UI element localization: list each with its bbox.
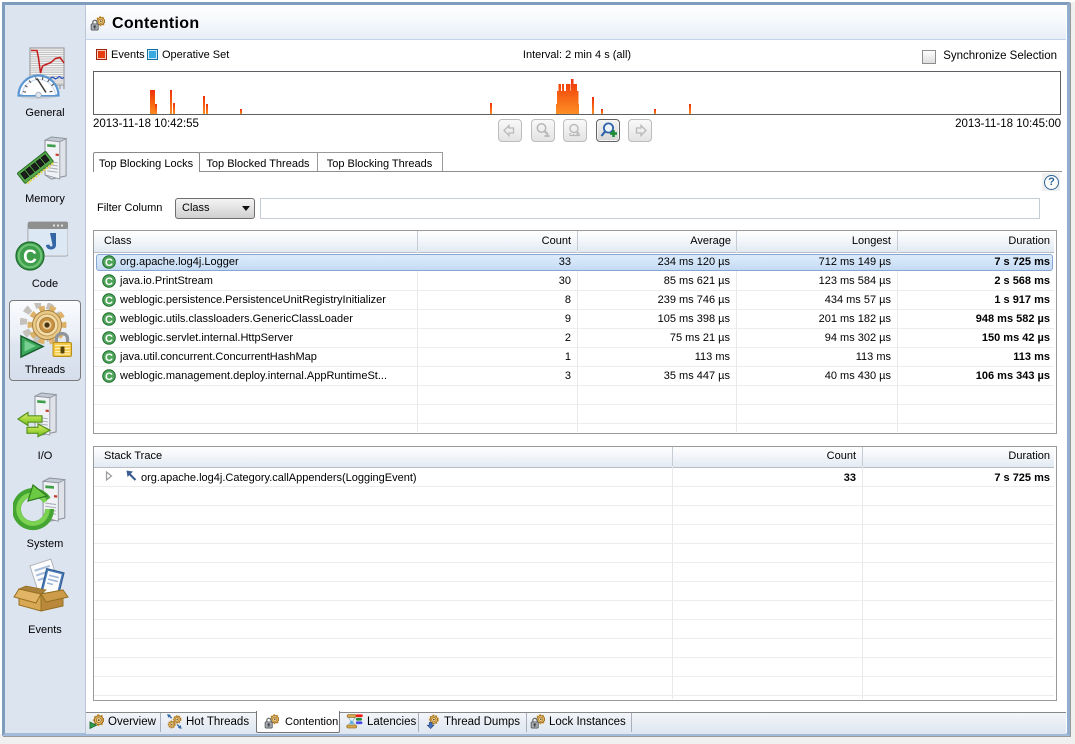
svg-text:C: C [105, 257, 113, 269]
svg-text:C: C [23, 247, 37, 268]
svg-text:C: C [105, 352, 113, 364]
svg-text:C: C [105, 333, 113, 345]
svg-text:C: C [105, 314, 113, 326]
svg-text:C: C [105, 371, 113, 383]
svg-text:C: C [105, 276, 113, 288]
svg-text:C: C [105, 295, 113, 307]
